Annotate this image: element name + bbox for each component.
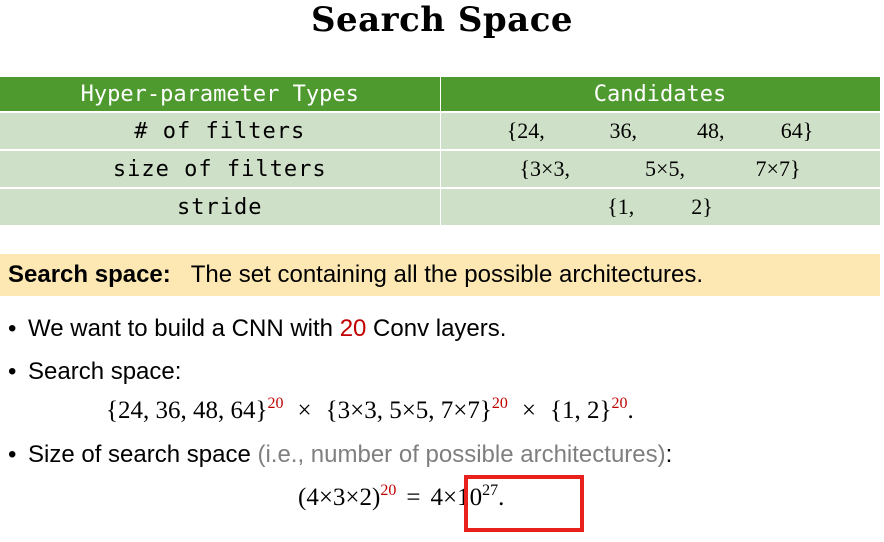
search-space-formula: {24, 36, 48, 64}20 × {3×3, 5×5, 7×7}20 × {1,… [106,394,634,428]
callout-text: The set containing all the possible arch… [190,261,704,288]
layer-count: 20 [339,315,367,342]
candidate-value: 5×5, [645,156,685,181]
stride-set: {1, 2} [550,397,612,424]
table-row: stride {1, 2} [0,188,881,227]
candidate-value: 48, [697,118,725,143]
bullet-dot-icon: • [8,315,17,342]
candidate-value: 7×7} [755,156,801,181]
candidate-value: {24, [506,118,545,143]
candidate-value: {3×3, [519,156,570,181]
candidate-value: 2} [691,194,713,219]
callout-label: Search space: [8,261,171,288]
column-header-types: Hyper-parameter Types [0,77,441,113]
definition-callout: Search space: The set containing all the… [0,254,880,296]
bullet-text: Size of search space [28,441,258,468]
candidate-value: 36, [609,118,638,143]
bullet-dot-icon: • [8,441,17,468]
exponent: 20 [380,482,397,499]
candidate-value: 64} [780,118,814,143]
bullet-parenthetical: (i.e., number of possible architectures) [257,441,666,468]
bullet-dot-icon: • [8,358,17,385]
row-candidates: {1, 2} [440,188,881,227]
bullet-item: • Size of search space (i.e., number of p… [8,440,672,470]
times-symbol: × [297,397,312,424]
exponent: 20 [491,395,508,412]
row-candidates: {3×3, 5×5, 7×7} [440,150,881,189]
table-row: # of filters {24, 36, 48, 64} [0,112,881,151]
filter-count-set: {24, 36, 48, 64} [106,397,268,424]
table-row: size of filters {3×3, 5×5, 7×7} [0,150,881,189]
times-symbol: × [521,397,537,424]
row-name: stride [0,188,441,227]
bullet-text: Search space: [28,358,182,385]
hyperparameter-table: Hyper-parameter Types Candidates # of fi… [0,77,881,227]
equals-symbol: = [406,484,421,511]
candidate-value: {1, [607,194,635,219]
result-highlight-box [464,475,584,532]
row-name: size of filters [0,150,441,189]
filter-size-set: {3×3, 5×5, 7×7} [325,397,492,424]
size-base: (4×3×2) [298,484,381,511]
exponent: 20 [267,395,284,412]
bullet-item: • We want to build a CNN with 20 Conv lay… [8,314,506,344]
bullet-item: • Search space: [8,357,181,387]
row-candidates: {24, 36, 48, 64} [440,112,881,151]
page-title: Search Space [310,0,574,40]
column-header-candidates: Candidates [440,77,881,113]
row-name: # of filters [0,112,441,151]
bullet-text: : [665,441,673,468]
bullet-text: We want to build a CNN with [28,315,340,342]
table-header-row: Hyper-parameter Types Candidates [0,77,881,113]
period: . [627,397,634,424]
bullet-text: Conv layers. [366,315,507,342]
exponent: 20 [611,395,628,412]
